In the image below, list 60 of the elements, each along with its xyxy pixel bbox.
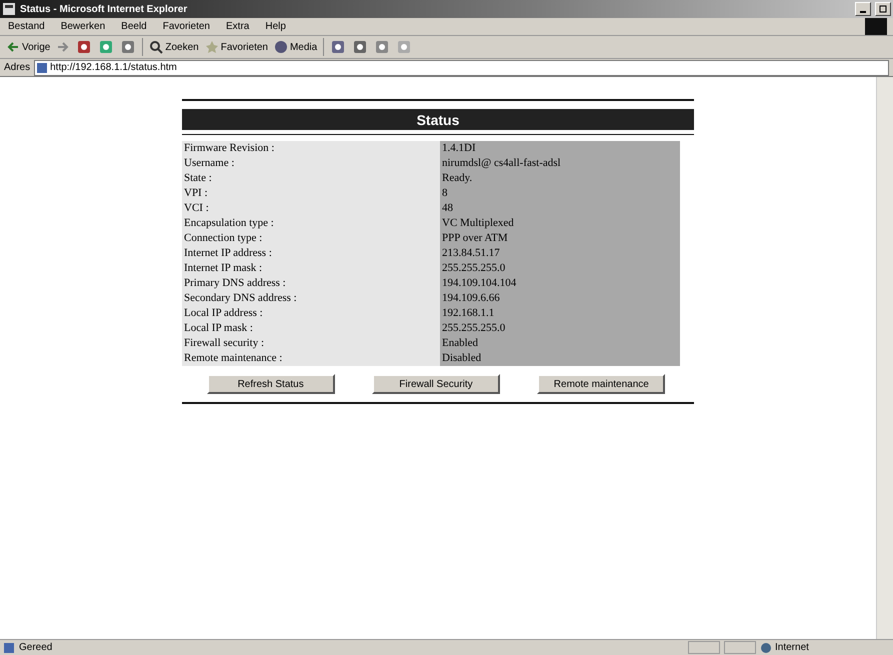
search-button[interactable]: Zoeken <box>149 40 199 54</box>
action-button[interactable]: Refresh Status <box>206 374 335 394</box>
forward-icon[interactable] <box>56 40 70 54</box>
field-label: Username : <box>182 156 440 171</box>
menu-item[interactable]: Help <box>263 21 288 32</box>
field-value: 255.255.255.0 <box>440 321 680 336</box>
field-value: Enabled <box>440 336 680 351</box>
field-label: Connection type : <box>182 231 440 246</box>
field-value: 48 <box>440 201 680 216</box>
field-label: Local IP address : <box>182 306 440 321</box>
scrollbar[interactable] <box>876 77 893 639</box>
field-value: nirumdsl@ cs4all-fast-adsl <box>440 156 680 171</box>
menu-item[interactable]: Bewerken <box>58 21 108 32</box>
field-value: VC Multiplexed <box>440 216 680 231</box>
back-arrow-icon <box>6 40 20 54</box>
field-label: VCI : <box>182 201 440 216</box>
field-label: Secondary DNS address : <box>182 291 440 306</box>
zone-text: Internet <box>775 642 809 653</box>
field-label: Internet IP mask : <box>182 261 440 276</box>
star-icon <box>204 40 219 54</box>
minimize-button[interactable] <box>855 2 871 16</box>
back-button[interactable]: Vorige <box>6 40 50 54</box>
field-label: State : <box>182 171 440 186</box>
field-value: Disabled <box>440 351 680 366</box>
field-value: 194.109.6.66 <box>440 291 680 306</box>
field-label: Firewall security : <box>182 336 440 351</box>
field-label: Local IP mask : <box>182 321 440 336</box>
globe-icon <box>760 642 772 654</box>
address-label: Adres <box>4 62 30 73</box>
field-value: 194.109.104.104 <box>440 276 680 291</box>
field-value: PPP over ATM <box>440 231 680 246</box>
address-field[interactable]: http://192.168.1.1/status.htm <box>34 60 889 76</box>
field-value: Ready. <box>440 171 680 186</box>
field-value: 255.255.255.0 <box>440 261 680 276</box>
action-button[interactable]: Firewall Security <box>372 374 500 394</box>
search-icon <box>149 40 164 54</box>
field-value: 192.168.1.1 <box>440 306 680 321</box>
field-value: 1.4.1DI <box>440 141 680 156</box>
menu-item[interactable]: Favorieten <box>160 21 212 32</box>
field-label: VPI : <box>182 186 440 201</box>
status-heading: Status <box>182 109 694 130</box>
menu-item[interactable]: Extra <box>224 21 252 32</box>
window-title: Status - Microsoft Internet Explorer <box>20 4 188 14</box>
field-value: 213.84.51.17 <box>440 246 680 261</box>
media-icon <box>274 40 288 54</box>
menu-item[interactable]: Bestand <box>6 21 47 32</box>
field-label: Encapsulation type : <box>182 216 440 231</box>
menu-item[interactable]: Beeld <box>119 21 149 32</box>
browser-icon <box>2 2 16 16</box>
favorites-button[interactable]: Favorieten <box>204 40 268 54</box>
action-button[interactable]: Remote maintenance <box>537 374 666 394</box>
field-value: 8 <box>440 186 680 201</box>
field-label: Remote maintenance : <box>182 351 440 366</box>
field-label: Internet IP address : <box>182 246 440 261</box>
restore-button[interactable] <box>875 2 891 16</box>
field-label: Firmware Revision : <box>182 141 440 156</box>
restore-icon <box>879 5 887 13</box>
media-button[interactable]: Media <box>274 40 318 54</box>
field-label: Primary DNS address : <box>182 276 440 291</box>
status-text: Gereed <box>19 642 54 653</box>
